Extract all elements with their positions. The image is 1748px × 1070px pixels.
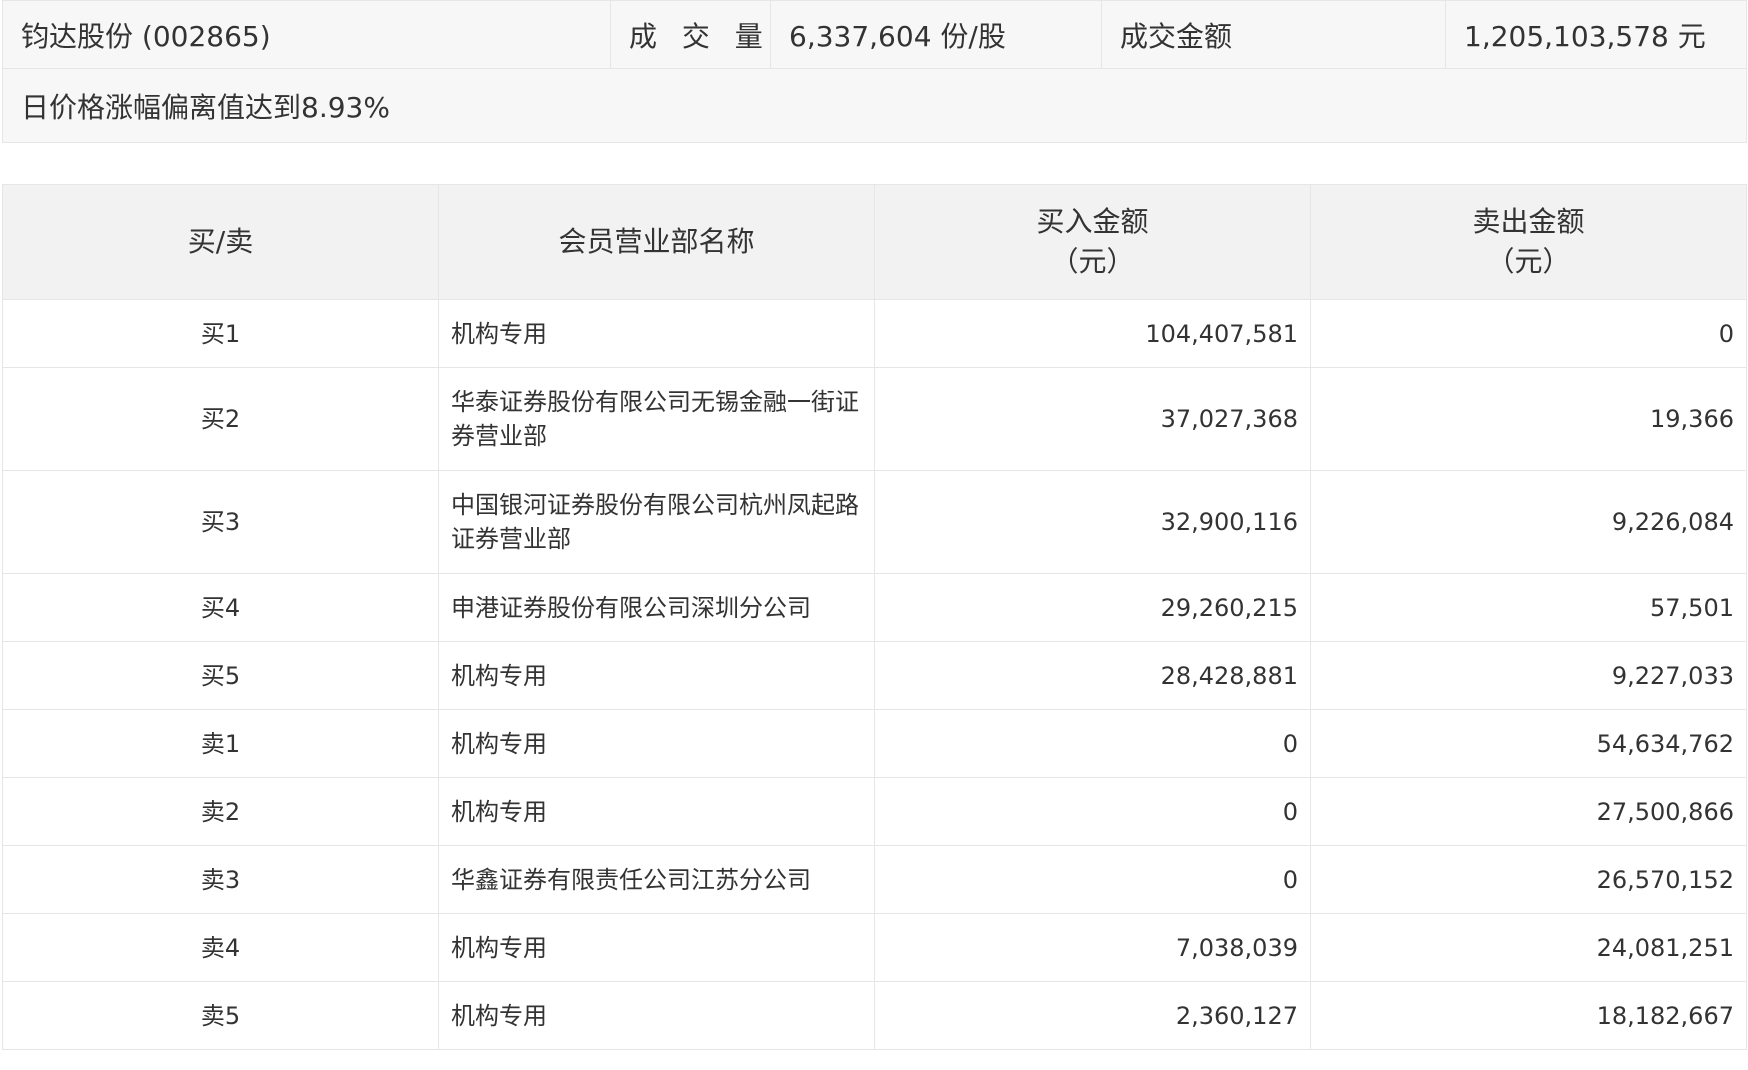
- volume-value: 6,337,604 份/股: [770, 0, 1102, 69]
- row-side: 卖3: [2, 845, 439, 914]
- row-member: 机构专用: [438, 777, 875, 846]
- row-buy: 104,407,581: [874, 299, 1311, 368]
- table-row: 买5 机构专用 28,428,881 9,227,033: [2, 641, 1747, 710]
- header-sell: 卖出金额 （元）: [1310, 184, 1747, 300]
- table-row: 卖2 机构专用 0 27,500,866: [2, 777, 1747, 846]
- row-buy: 32,900,116: [874, 470, 1311, 574]
- row-member: 中国银河证券股份有限公司杭州凤起路证券营业部: [438, 470, 875, 574]
- row-side: 卖2: [2, 777, 439, 846]
- row-buy: 0: [874, 777, 1311, 846]
- trading-info-sheet: 钧达股份 (002865) 成 交 量 6,337,604 份/股 成交金额 1…: [2, 0, 1747, 1050]
- header-buy-label: 买入金额: [1036, 205, 1149, 238]
- row-side: 买5: [2, 641, 439, 710]
- row-sell: 0: [1310, 299, 1747, 368]
- row-member: 申港证券股份有限公司深圳分公司: [438, 573, 875, 642]
- row-member: 机构专用: [438, 709, 875, 778]
- table-row: 买1 机构专用 104,407,581 0: [2, 299, 1747, 368]
- row-buy: 37,027,368: [874, 367, 1311, 471]
- volume-label: 成 交 量: [610, 0, 771, 69]
- summary-table: 钧达股份 (002865) 成 交 量 6,337,604 份/股 成交金额 1…: [2, 0, 1747, 143]
- broker-detail-table: 买/卖 会员营业部名称 买入金额 （元） 卖出金额 （元） 买1 机构专用 10…: [2, 184, 1747, 1050]
- table-header-row: 买/卖 会员营业部名称 买入金额 （元） 卖出金额 （元）: [2, 184, 1747, 300]
- header-sell-unit: （元）: [1486, 245, 1571, 278]
- row-sell: 18,182,667: [1310, 981, 1747, 1050]
- row-side: 卖1: [2, 709, 439, 778]
- row-sell: 26,570,152: [1310, 845, 1747, 914]
- row-buy: 0: [874, 845, 1311, 914]
- header-buy-unit: （元）: [1050, 245, 1135, 278]
- row-member: 华泰证券股份有限公司无锡金融一街证券营业部: [438, 367, 875, 471]
- row-sell: 57,501: [1310, 573, 1747, 642]
- table-row: 卖5 机构专用 2,360,127 18,182,667: [2, 981, 1747, 1050]
- table-row: 买2 华泰证券股份有限公司无锡金融一街证券营业部 37,027,368 19,3…: [2, 367, 1747, 471]
- row-side: 买2: [2, 367, 439, 471]
- table-row: 卖4 机构专用 7,038,039 24,081,251: [2, 913, 1747, 982]
- amount-value: 1,205,103,578 元: [1445, 0, 1747, 69]
- row-member: 机构专用: [438, 641, 875, 710]
- row-buy: 29,260,215: [874, 573, 1311, 642]
- table-row: 买3 中国银河证券股份有限公司杭州凤起路证券营业部 32,900,116 9,2…: [2, 470, 1747, 574]
- row-side: 买1: [2, 299, 439, 368]
- row-member: 机构专用: [438, 981, 875, 1050]
- row-buy: 2,360,127: [874, 981, 1311, 1050]
- header-buy: 买入金额 （元）: [874, 184, 1311, 300]
- header-member: 会员营业部名称: [438, 184, 875, 300]
- row-sell: 54,634,762: [1310, 709, 1747, 778]
- row-member: 机构专用: [438, 913, 875, 982]
- row-sell: 24,081,251: [1310, 913, 1747, 982]
- row-sell: 9,226,084: [1310, 470, 1747, 574]
- row-buy: 28,428,881: [874, 641, 1311, 710]
- amount-label: 成交金额: [1101, 0, 1446, 69]
- row-side: 卖4: [2, 913, 439, 982]
- row-member: 机构专用: [438, 299, 875, 368]
- stock-name: 钧达股份 (002865): [2, 0, 611, 69]
- header-sell-label: 卖出金额: [1472, 205, 1585, 238]
- deviation-note-row: 日价格涨幅偏离值达到8.93%: [2, 68, 1747, 143]
- row-member: 华鑫证券有限责任公司江苏分公司: [438, 845, 875, 914]
- row-side: 卖5: [2, 981, 439, 1050]
- deviation-note: 日价格涨幅偏离值达到8.93%: [2, 68, 1747, 143]
- row-sell: 19,366: [1310, 367, 1747, 471]
- table-row: 买4 申港证券股份有限公司深圳分公司 29,260,215 57,501: [2, 573, 1747, 642]
- row-side: 买4: [2, 573, 439, 642]
- header-side: 买/卖: [2, 184, 439, 300]
- row-buy: 0: [874, 709, 1311, 778]
- row-buy: 7,038,039: [874, 913, 1311, 982]
- row-side: 买3: [2, 470, 439, 574]
- summary-row: 钧达股份 (002865) 成 交 量 6,337,604 份/股 成交金额 1…: [2, 0, 1747, 69]
- table-row: 卖1 机构专用 0 54,634,762: [2, 709, 1747, 778]
- row-sell: 27,500,866: [1310, 777, 1747, 846]
- row-sell: 9,227,033: [1310, 641, 1747, 710]
- table-row: 卖3 华鑫证券有限责任公司江苏分公司 0 26,570,152: [2, 845, 1747, 914]
